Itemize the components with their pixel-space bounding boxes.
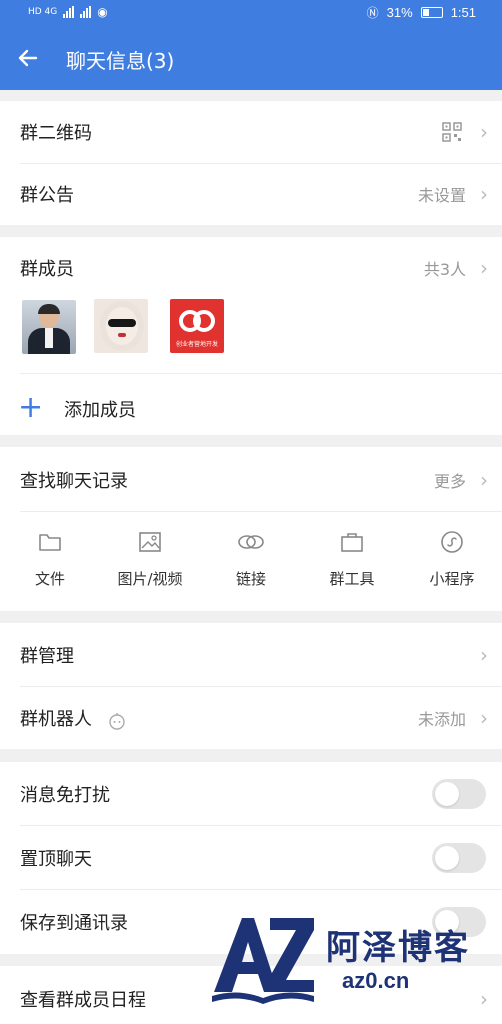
qr-code-icon <box>442 122 462 142</box>
folder-icon <box>39 534 61 551</box>
mute-toggle[interactable] <box>432 779 486 809</box>
add-member-button[interactable]: + 添加成员 <box>0 374 502 435</box>
chevron-right-icon: › <box>480 987 488 1011</box>
divider <box>20 511 502 512</box>
group-manage-row[interactable]: 群管理 › <box>0 624 502 686</box>
members-row[interactable]: 群成员 共3人 › <box>0 237 502 299</box>
schedule-row[interactable]: 查看群成员日程 › <box>0 966 502 1024</box>
clock: 1:51 <box>450 5 476 20</box>
tool-mini-program[interactable]: 小程序 <box>402 530 502 589</box>
schedule-label: 查看群成员日程 <box>20 990 146 1011</box>
avatar[interactable] <box>22 300 76 354</box>
group-manage-label: 群管理 <box>20 646 74 667</box>
search-history-row[interactable]: 查找聊天记录 更多 › <box>0 449 502 511</box>
avatar-caption: 创业者营地开发 <box>175 341 218 348</box>
network-indicators: HD 4G ◉ <box>28 5 108 19</box>
group-robot-label: 群机器人 <box>20 709 92 730</box>
chevron-right-icon: › <box>480 120 488 144</box>
divider <box>20 825 502 826</box>
add-member-label: 添加成员 <box>64 400 136 421</box>
signal-icon-2 <box>80 6 92 18</box>
chevron-right-icon: › <box>480 643 488 667</box>
status-right: Ⓝ 31% 1:51 <box>367 4 476 21</box>
tool-file[interactable]: 文件 <box>0 530 100 589</box>
signal-icon <box>63 6 75 18</box>
save-contacts-toggle[interactable] <box>432 907 486 937</box>
network-label: HD 4G <box>28 7 58 17</box>
group-robot-row[interactable]: 群机器人 未添加 › <box>0 687 502 749</box>
notice-value: 未设置 <box>417 186 466 205</box>
battery-percent: 31% <box>386 5 413 20</box>
plus-icon: + <box>18 390 44 425</box>
members-count: 共3人 <box>423 260 466 279</box>
mute-label: 消息免打扰 <box>20 785 110 806</box>
tool-media-label: 图片/视频 <box>117 570 183 588</box>
qr-code-label: 群二维码 <box>20 123 92 144</box>
robot-icon <box>109 713 125 730</box>
notice-row[interactable]: 群公告 未设置 › <box>0 163 502 225</box>
history-more: 更多 <box>433 472 466 491</box>
avatar[interactable] <box>94 299 148 353</box>
battery-icon <box>420 7 443 18</box>
link-icon <box>238 535 264 549</box>
chevron-right-icon: › <box>480 256 488 280</box>
image-icon <box>139 532 161 552</box>
chevron-right-icon: › <box>480 468 488 492</box>
status-bar: HD 4G ◉ Ⓝ 31% 1:51 <box>0 0 502 26</box>
briefcase-icon <box>341 533 363 552</box>
save-contacts-label: 保存到通讯录 <box>20 913 128 934</box>
history-tools: 文件 图片/视频 链接 群工具 小程序 <box>0 530 502 590</box>
members-label: 群成员 <box>20 259 74 280</box>
tool-mini-program-label: 小程序 <box>429 570 475 588</box>
chevron-right-icon: › <box>480 706 488 730</box>
tool-media[interactable]: 图片/视频 <box>100 530 200 589</box>
tool-group-tools-label: 群工具 <box>329 570 375 588</box>
group-info-card: 群二维码 › 群公告 未设置 › <box>0 101 502 225</box>
arrow-left-icon[interactable] <box>14 44 42 72</box>
pin-toggle[interactable] <box>432 843 486 873</box>
divider <box>20 889 502 890</box>
mute-row: 消息免打扰 <box>0 763 502 825</box>
save-contacts-row: 保存到通讯录 <box>0 891 502 953</box>
avatar[interactable]: 创业者营地开发 <box>170 299 224 353</box>
tool-file-label: 文件 <box>34 570 65 588</box>
app-bar: 聊天信息(3) <box>0 26 502 90</box>
location-icon: ◉ <box>97 5 108 19</box>
pin-label: 置顶聊天 <box>20 849 92 870</box>
tool-group-tools[interactable]: 群工具 <box>302 530 402 589</box>
page-title: 聊天信息(3) <box>66 49 175 73</box>
pin-row: 置顶聊天 <box>0 827 502 889</box>
tool-link[interactable]: 链接 <box>201 530 301 589</box>
tool-link-label: 链接 <box>235 570 266 588</box>
nfc-icon: Ⓝ <box>366 6 379 20</box>
search-history-label: 查找聊天记录 <box>20 471 128 492</box>
qr-code-row[interactable]: 群二维码 › <box>0 101 502 163</box>
chevron-right-icon: › <box>480 182 488 206</box>
group-robot-value: 未添加 <box>417 710 466 729</box>
mini-program-icon <box>441 531 463 553</box>
notice-label: 群公告 <box>20 185 74 206</box>
